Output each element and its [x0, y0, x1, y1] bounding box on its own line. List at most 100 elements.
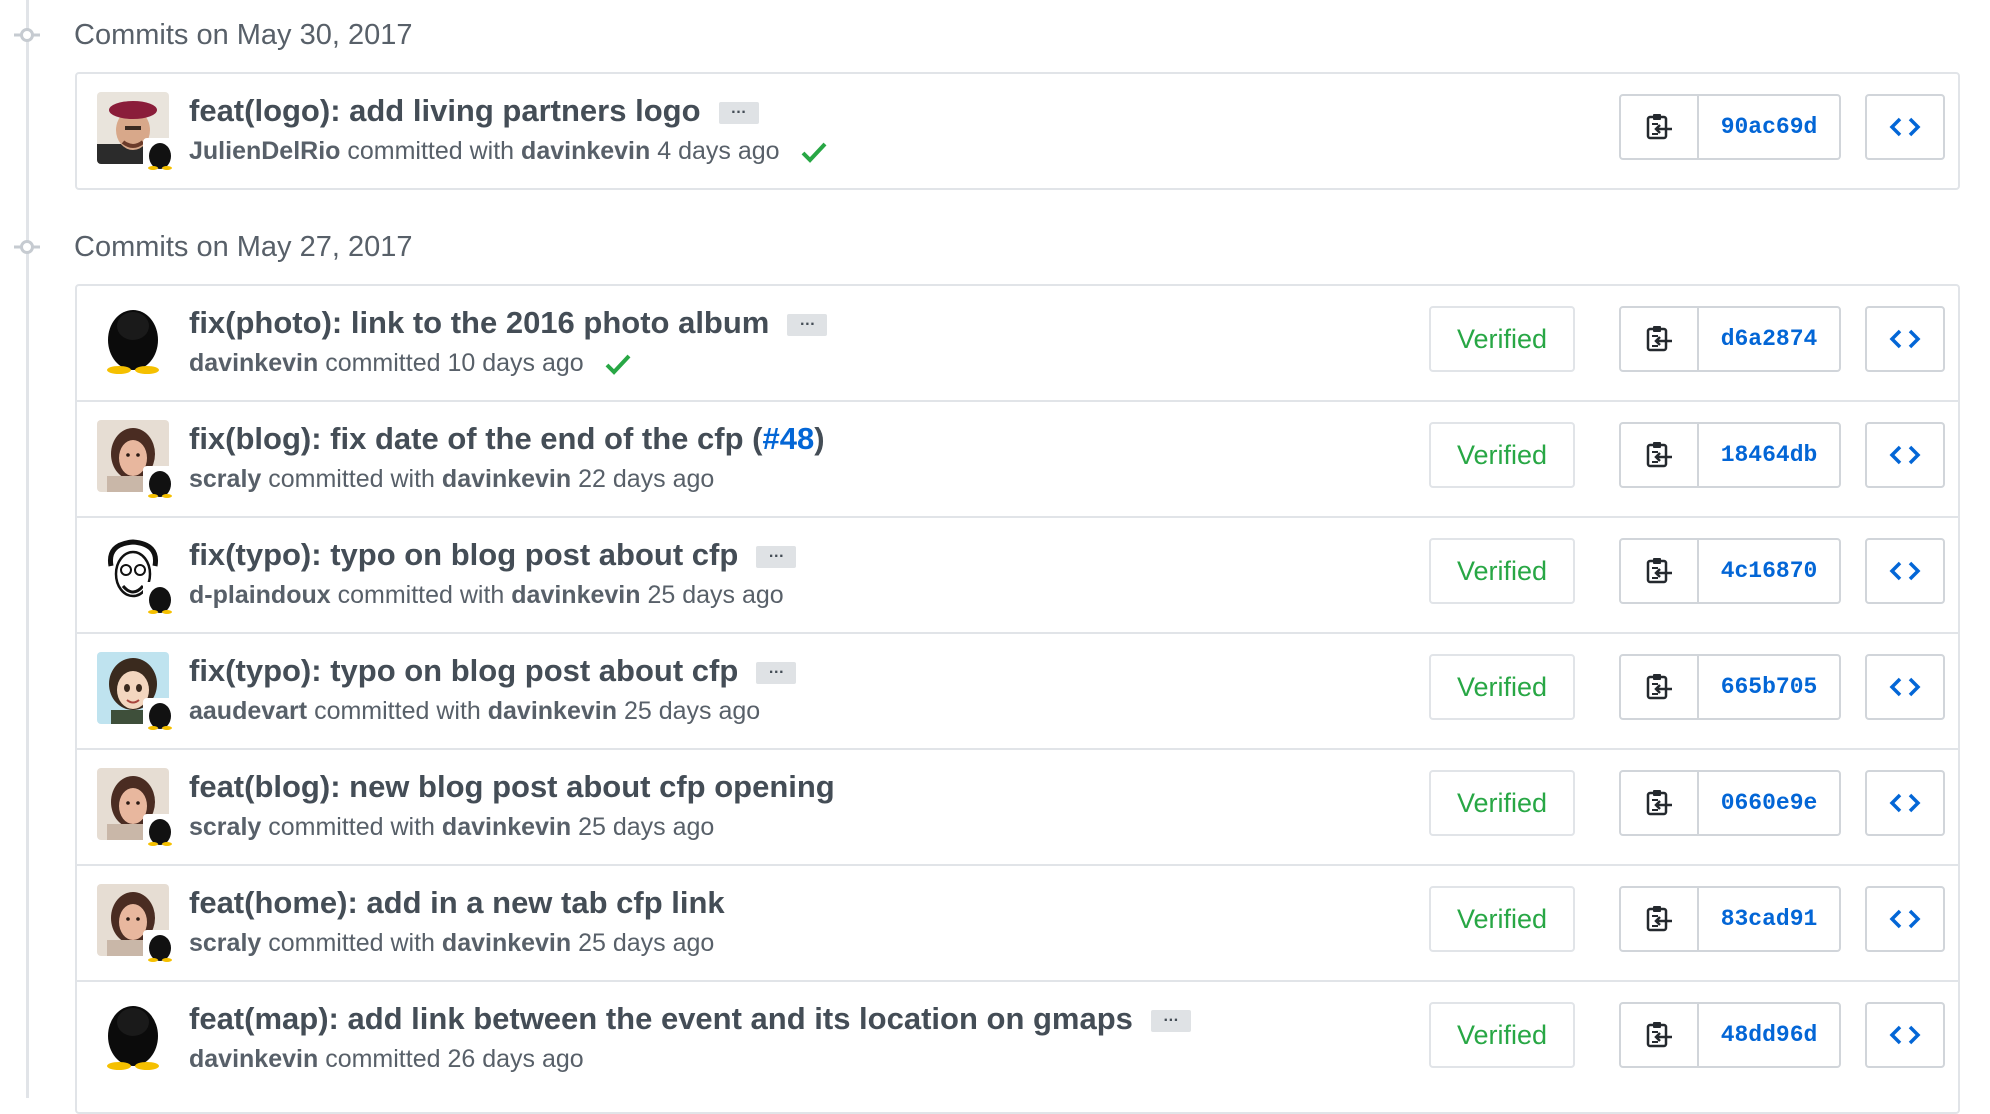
verified-badge[interactable]: Verified — [1429, 538, 1575, 604]
expand-message-button[interactable]: … — [718, 100, 759, 124]
commit-sha-link[interactable]: 83cad91 — [1699, 888, 1839, 950]
copy-sha-button[interactable] — [1621, 308, 1699, 370]
browse-repo-button[interactable] — [1865, 306, 1945, 372]
commit-sha-link[interactable]: 665b705 — [1699, 656, 1839, 718]
issue-link[interactable]: #48 — [762, 421, 814, 456]
author-avatar[interactable] — [97, 92, 177, 172]
author-avatar[interactable] — [97, 536, 177, 616]
expand-message-button[interactable]: … — [1150, 1008, 1191, 1032]
commit-dot-icon — [14, 28, 40, 42]
author-link[interactable]: aaudevart — [189, 697, 307, 725]
committer-link[interactable]: davinkevin — [511, 581, 640, 609]
author-avatar[interactable] — [97, 768, 177, 848]
commit-row: feat(home): add in a new tab cfp link sc… — [77, 864, 1958, 980]
commit-message[interactable]: feat(home): add in a new tab cfp link — [189, 884, 725, 922]
commit-title-link[interactable]: fix(typo): typo on blog post about cfp — [189, 653, 738, 688]
browse-repo-button[interactable] — [1865, 654, 1945, 720]
expand-message-button[interactable]: … — [756, 544, 797, 568]
commit-title-link[interactable]: feat(logo): add living partners logo — [189, 93, 701, 128]
browse-repo-button[interactable] — [1865, 770, 1945, 836]
copy-sha-button[interactable] — [1621, 540, 1699, 602]
committer-link[interactable]: davinkevin — [488, 697, 617, 725]
committer-avatar[interactable] — [143, 582, 177, 616]
browse-repo-button[interactable] — [1865, 94, 1945, 160]
author-link[interactable]: scraly — [189, 465, 261, 493]
committer-avatar[interactable] — [143, 138, 177, 172]
committer-avatar[interactable] — [143, 930, 177, 964]
verified-badge[interactable]: Verified — [1429, 422, 1575, 488]
code-icon — [1889, 117, 1921, 137]
author-avatar[interactable] — [97, 1000, 169, 1072]
commit-title-link[interactable]: fix(photo): link to the 2016 photo album — [189, 305, 769, 340]
copy-sha-button[interactable] — [1621, 888, 1699, 950]
commit-sha-link[interactable]: 0660e9e — [1699, 772, 1839, 834]
committer-link[interactable]: davinkevin — [442, 465, 571, 493]
author-link[interactable]: scraly — [189, 929, 261, 957]
committer-link[interactable]: davinkevin — [521, 137, 650, 165]
verified-badge[interactable]: Verified — [1429, 306, 1575, 372]
code-icon — [1889, 677, 1921, 697]
commit-title-suffix[interactable]: ) — [814, 421, 824, 456]
commit-message[interactable]: fix(blog): fix date of the end of the cf… — [189, 420, 825, 458]
commit-title-link[interactable]: feat(map): add link between the event an… — [189, 1001, 1133, 1036]
commit-meta: scraly committed with davinkevin 25 days… — [189, 928, 714, 958]
verified-badge[interactable]: Verified — [1429, 770, 1575, 836]
clippy-icon — [1646, 790, 1672, 816]
clippy-icon — [1646, 906, 1672, 932]
relative-time: 25 days ago — [647, 581, 784, 609]
copy-sha-button[interactable] — [1621, 1004, 1699, 1066]
commit-meta: d-plaindoux committed with davinkevin 25… — [189, 580, 784, 610]
expand-message-button[interactable]: … — [787, 312, 828, 336]
commit-sha-link[interactable]: 4c16870 — [1699, 540, 1839, 602]
author-avatar[interactable] — [97, 420, 177, 500]
browse-repo-button[interactable] — [1865, 538, 1945, 604]
commit-title-link[interactable]: fix(typo): typo on blog post about cfp — [189, 537, 738, 572]
expand-message-button[interactable]: … — [756, 660, 797, 684]
author-link[interactable]: JulienDelRio — [189, 137, 340, 165]
copy-sha-button[interactable] — [1621, 772, 1699, 834]
committer-avatar[interactable] — [143, 698, 177, 732]
code-icon — [1889, 445, 1921, 465]
clippy-icon — [1646, 442, 1672, 468]
commit-message[interactable]: fix(typo): typo on blog post about cfp … — [189, 536, 797, 574]
sha-button-group: 0660e9e — [1619, 770, 1841, 836]
commit-message[interactable]: feat(logo): add living partners logo … — [189, 92, 759, 130]
committer-avatar[interactable] — [143, 466, 177, 500]
commit-title-link[interactable]: feat(home): add in a new tab cfp link — [189, 885, 725, 920]
author-link[interactable]: davinkevin — [189, 349, 318, 377]
copy-sha-button[interactable] — [1621, 656, 1699, 718]
commit-sha-link[interactable]: 48dd96d — [1699, 1004, 1839, 1066]
commit-title-link[interactable]: fix(blog): fix date of the end of the cf… — [189, 421, 762, 456]
verified-badge[interactable]: Verified — [1429, 1002, 1575, 1068]
commit-row: feat(map): add link between the event an… — [77, 980, 1958, 1096]
browse-repo-button[interactable] — [1865, 1002, 1945, 1068]
check-icon[interactable] — [605, 353, 631, 376]
commit-sha-link[interactable]: d6a2874 — [1699, 308, 1839, 370]
author-avatar[interactable] — [97, 652, 177, 732]
committer-link[interactable]: davinkevin — [442, 929, 571, 957]
author-link[interactable]: davinkevin — [189, 1045, 318, 1073]
commit-message[interactable]: fix(photo): link to the 2016 photo album… — [189, 304, 828, 342]
author-link[interactable]: d-plaindoux — [189, 581, 331, 609]
commit-sha-link[interactable]: 90ac69d — [1699, 96, 1839, 158]
commit-meta: scraly committed with davinkevin 25 days… — [189, 812, 714, 842]
commit-message[interactable]: feat(blog): new blog post about cfp open… — [189, 768, 835, 806]
author-link[interactable]: scraly — [189, 813, 261, 841]
browse-repo-button[interactable] — [1865, 422, 1945, 488]
commit-sha-link[interactable]: 18464db — [1699, 424, 1839, 486]
commit-title-link[interactable]: feat(blog): new blog post about cfp open… — [189, 769, 835, 804]
verified-badge[interactable]: Verified — [1429, 886, 1575, 952]
author-avatar[interactable] — [97, 884, 177, 964]
verified-badge[interactable]: Verified — [1429, 654, 1575, 720]
committer-avatar[interactable] — [143, 814, 177, 848]
sha-button-group: 4c16870 — [1619, 538, 1841, 604]
browse-repo-button[interactable] — [1865, 886, 1945, 952]
copy-sha-button[interactable] — [1621, 424, 1699, 486]
commit-message[interactable]: fix(typo): typo on blog post about cfp … — [189, 652, 797, 690]
committer-link[interactable]: davinkevin — [442, 813, 571, 841]
check-icon[interactable] — [801, 141, 827, 164]
commit-connector: committed with — [268, 929, 435, 957]
copy-sha-button[interactable] — [1621, 96, 1699, 158]
author-avatar[interactable] — [97, 304, 169, 376]
commit-message[interactable]: feat(map): add link between the event an… — [189, 1000, 1191, 1038]
